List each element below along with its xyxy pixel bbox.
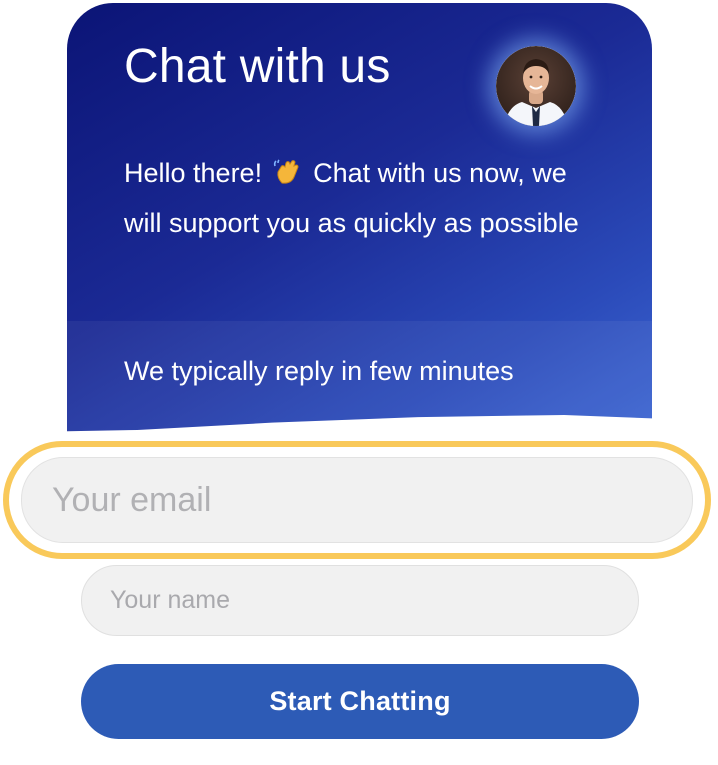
reply-time-text: We typically reply in few minutes: [124, 356, 514, 386]
agent-avatar: [496, 46, 576, 126]
email-field-focus-ring: [3, 441, 711, 559]
chat-title: Chat with us: [124, 40, 391, 93]
chat-header: Chat with us Hello there! Chat with us n…: [67, 3, 652, 432]
agent-photo: [496, 46, 576, 126]
chat-widget: Chat with us Hello there! Chat with us n…: [0, 0, 718, 765]
greeting-part-1: Hello there!: [124, 158, 263, 188]
waving-hand-icon: [273, 153, 303, 184]
greeting-text: Hello there! Chat with us now, we will s…: [124, 148, 604, 248]
name-field[interactable]: [81, 565, 639, 636]
email-field[interactable]: [21, 457, 693, 543]
start-chatting-button[interactable]: Start Chatting: [81, 664, 639, 739]
